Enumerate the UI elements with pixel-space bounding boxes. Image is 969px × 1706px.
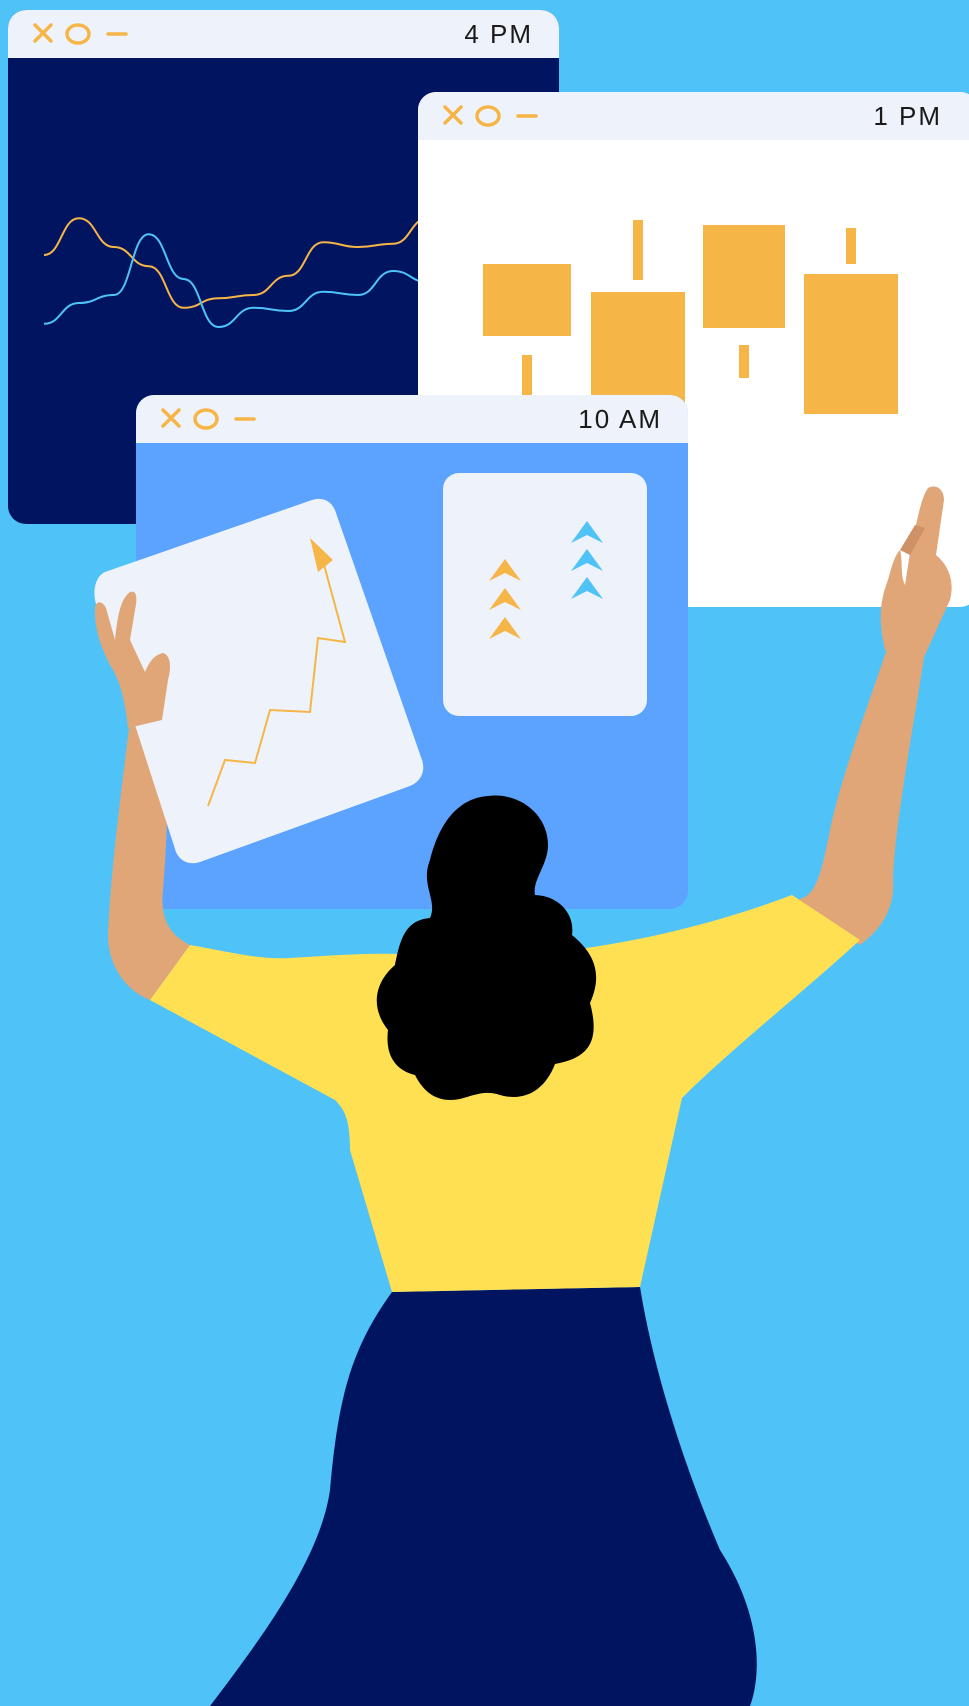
right-arm [792,640,925,945]
illustration-scene: 4 PM 1 PM 10 AM [0,0,969,1706]
right-hand [880,486,952,655]
hair [376,795,597,1100]
person-figure [94,486,952,1706]
skirt [210,1287,757,1706]
